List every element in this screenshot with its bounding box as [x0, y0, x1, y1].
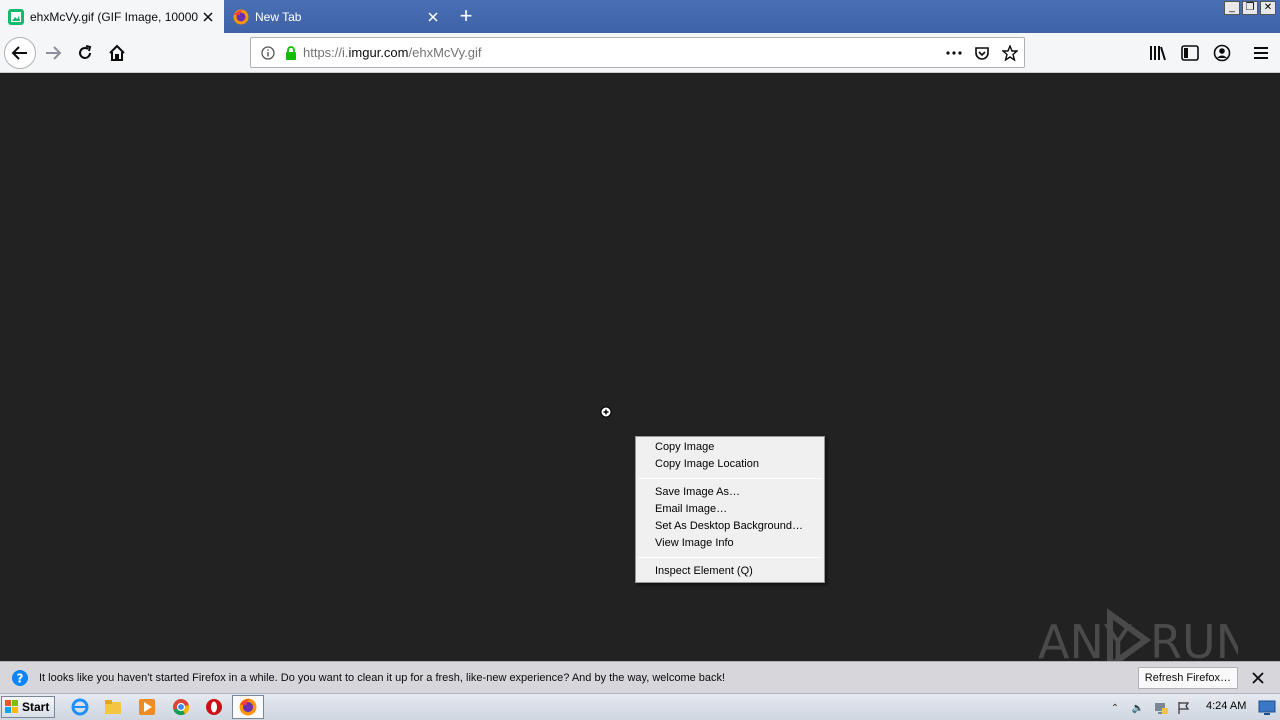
pocket-icon[interactable]	[968, 45, 996, 61]
home-icon	[109, 44, 125, 61]
menu-item-set-desktop-background[interactable]: Set As Desktop Background…	[636, 518, 824, 535]
firefox-icon	[239, 698, 257, 716]
close-icon[interactable]	[425, 9, 441, 25]
lock-icon[interactable]	[281, 45, 301, 60]
volume-icon[interactable]: 🔈	[1129, 699, 1147, 717]
windows-taskbar: Start ⌃ 🔈 4:24 AM	[0, 693, 1280, 720]
sidebar-button[interactable]	[1174, 37, 1206, 69]
context-menu: Copy Image Copy Image Location Save Imag…	[635, 436, 825, 583]
reload-button[interactable]	[69, 37, 101, 69]
show-desktop-icon[interactable]	[1258, 698, 1276, 716]
network-icon[interactable]	[1152, 699, 1170, 717]
notification-bar: ? It looks like you haven't started Fire…	[0, 661, 1280, 693]
forward-button[interactable]	[37, 37, 69, 69]
menu-separator	[638, 557, 822, 558]
window-close-icon[interactable]: ✕	[1260, 1, 1276, 15]
imgur-icon	[8, 8, 24, 25]
start-button[interactable]: Start	[1, 696, 55, 718]
url-bar[interactable]: https://i.imgur.com/ehxMcVy.gif	[250, 37, 1025, 68]
tab-new-tab[interactable]: New Tab	[225, 0, 449, 33]
menu-item-copy-image-location[interactable]: Copy Image Location	[636, 456, 824, 473]
anyrun-watermark-logo: ANY RUN	[1038, 608, 1238, 668]
tab-strip: ehxMcVy.gif (GIF Image, 10000 × New Tab …	[0, 0, 1280, 33]
navigation-toolbar: https://i.imgur.com/ehxMcVy.gif	[0, 33, 1280, 73]
help-question-icon: ?	[12, 669, 28, 686]
url-path: /ehxMcVy.gif	[408, 45, 482, 60]
menu-separator	[638, 478, 822, 479]
taskbar-firefox-active[interactable]	[232, 695, 264, 719]
account-button[interactable]	[1206, 37, 1238, 69]
zoom-in-cursor-icon	[600, 406, 612, 418]
new-tab-plus-icon[interactable]: +	[452, 4, 480, 30]
minimize-icon[interactable]: _	[1224, 1, 1240, 15]
url-domain: imgur.com	[348, 45, 409, 60]
menu-item-save-image-as[interactable]: Save Image As…	[636, 484, 824, 501]
file-explorer-icon[interactable]	[104, 698, 122, 716]
reload-icon	[79, 45, 92, 59]
notification-close-icon[interactable]	[1250, 670, 1266, 686]
refresh-firefox-button[interactable]: Refresh Firefox…	[1137, 666, 1238, 689]
library-button[interactable]	[1142, 37, 1174, 69]
system-tray: ⌃ 🔈	[1106, 697, 1198, 719]
menu-item-copy-image[interactable]: Copy Image	[636, 439, 824, 456]
forward-arrow-icon	[46, 46, 62, 60]
window-controls: _ ❐ ✕	[1222, 1, 1276, 15]
tab-title: ehxMcVy.gif (GIF Image, 10000 ×	[30, 9, 200, 24]
account-icon	[1213, 44, 1231, 62]
chrome-icon[interactable]	[172, 698, 190, 716]
menu-item-email-image[interactable]: Email Image…	[636, 501, 824, 518]
back-button[interactable]	[4, 37, 36, 69]
taskbar-clock[interactable]: 4:24 AM	[1206, 700, 1246, 712]
bookmark-star-icon[interactable]	[996, 44, 1024, 61]
menu-item-inspect-element[interactable]: Inspect Element (Q)	[636, 563, 824, 580]
tray-expand-icon[interactable]: ⌃	[1106, 699, 1124, 717]
restore-icon[interactable]: ❐	[1242, 1, 1258, 15]
opera-icon[interactable]	[205, 698, 223, 716]
home-button[interactable]	[101, 37, 133, 69]
page-actions-icon[interactable]	[940, 50, 968, 55]
windows-flag-icon	[5, 700, 18, 713]
notification-message: It looks like you haven't started Firefo…	[39, 671, 726, 684]
menu-item-view-image-info[interactable]: View Image Info	[636, 535, 824, 552]
svg-text:?: ?	[17, 671, 24, 685]
tab-gif-image[interactable]: ehxMcVy.gif (GIF Image, 10000 ×	[0, 0, 224, 33]
internet-explorer-icon[interactable]	[71, 698, 89, 716]
firefox-icon	[233, 9, 249, 24]
start-label: Start	[22, 700, 50, 714]
tab-title: New Tab	[255, 9, 302, 24]
library-icon	[1150, 46, 1166, 61]
url-text[interactable]: https://i.imgur.com/ehxMcVy.gif	[301, 45, 940, 60]
hamburger-menu-icon	[1254, 47, 1268, 59]
sidebar-icon	[1181, 45, 1199, 61]
close-icon[interactable]	[200, 9, 216, 25]
url-prefix: https://i.	[303, 45, 349, 60]
media-player-icon[interactable]	[138, 698, 156, 716]
action-center-flag-icon[interactable]	[1175, 699, 1193, 717]
menu-button[interactable]	[1245, 37, 1277, 69]
info-icon[interactable]	[255, 45, 281, 60]
back-arrow-icon	[11, 46, 27, 60]
